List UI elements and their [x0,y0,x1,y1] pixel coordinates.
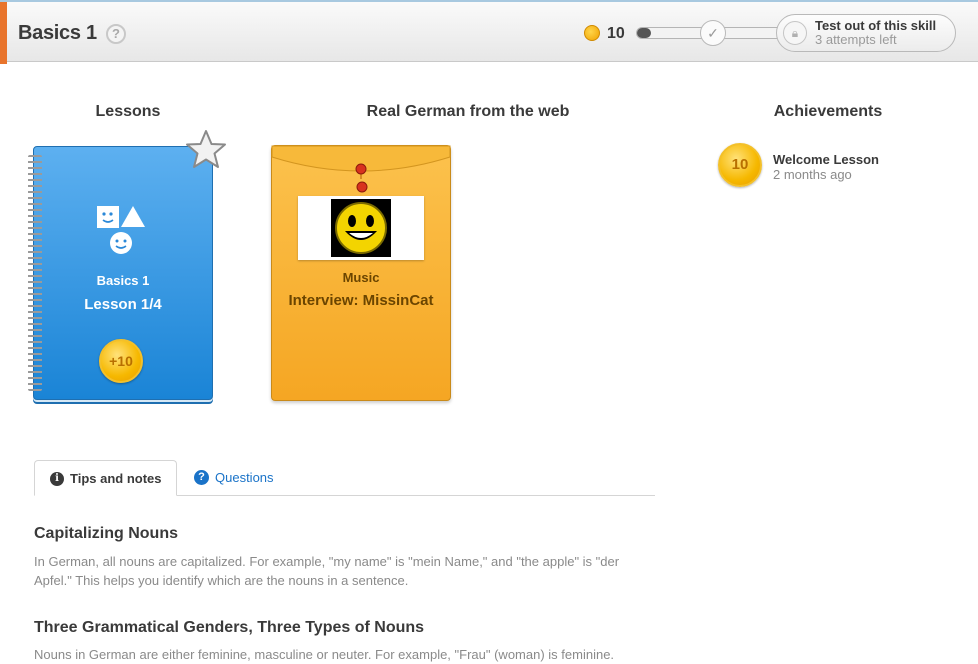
checkpoint-check-icon: ✓ [700,20,726,46]
lessons-heading: Lessons [95,103,161,120]
tab-tips-and-notes[interactable]: i Tips and notes [34,460,177,496]
achievement-name: Welcome Lesson [773,152,879,167]
coin-icon [584,25,600,41]
note-heading: Capitalizing Nouns [34,525,178,542]
envelope-clasp-icon [356,181,368,193]
test-out-button[interactable]: 🔒︎ Test out of this skill 3 attempts lef… [776,14,956,52]
web-content-title: Interview: MissinCat [288,292,434,309]
info-icon: i [50,472,64,486]
tab-tips-label: Tips and notes [70,471,162,486]
basics-shapes-icon [97,206,145,254]
web-content-thumbnail [298,196,424,260]
lesson-number: Lesson 1/4 [84,296,162,313]
tab-questions-label: Questions [215,470,274,485]
note-heading: Three Grammatical Genders, Three Types o… [34,619,425,636]
skill-progress-fill [637,28,651,38]
test-out-label: Test out of this skill [815,18,937,33]
note-text: In German, all nouns are capitalized. Fo… [34,554,620,588]
achievements-heading: Achievements [773,103,883,120]
question-icon: ? [194,470,209,485]
real-german-heading: Real German from the web [366,103,570,120]
header-accent-bar [0,2,7,64]
coin-count: 10 [607,25,625,42]
lesson-skill-name: Basics 1 [96,273,150,288]
page-title: Basics 1 [18,22,97,44]
web-content-category: Music [342,270,380,285]
star-icon [186,130,226,168]
attempts-left-label: 3 attempts left [815,32,897,47]
skill-header: Basics 1 ? 10 ✓ 🔒︎ Test out of this skil… [0,0,978,64]
achievement-coin: 10 [718,143,762,187]
lock-icon: 🔒︎ [783,21,807,45]
achievement-time: 2 months ago [773,167,852,182]
help-icon[interactable]: ? [106,24,126,44]
smiley-thumbnail-image [331,199,391,257]
envelope-flap [271,145,451,179]
lesson-reward-coin: +10 [99,339,143,383]
